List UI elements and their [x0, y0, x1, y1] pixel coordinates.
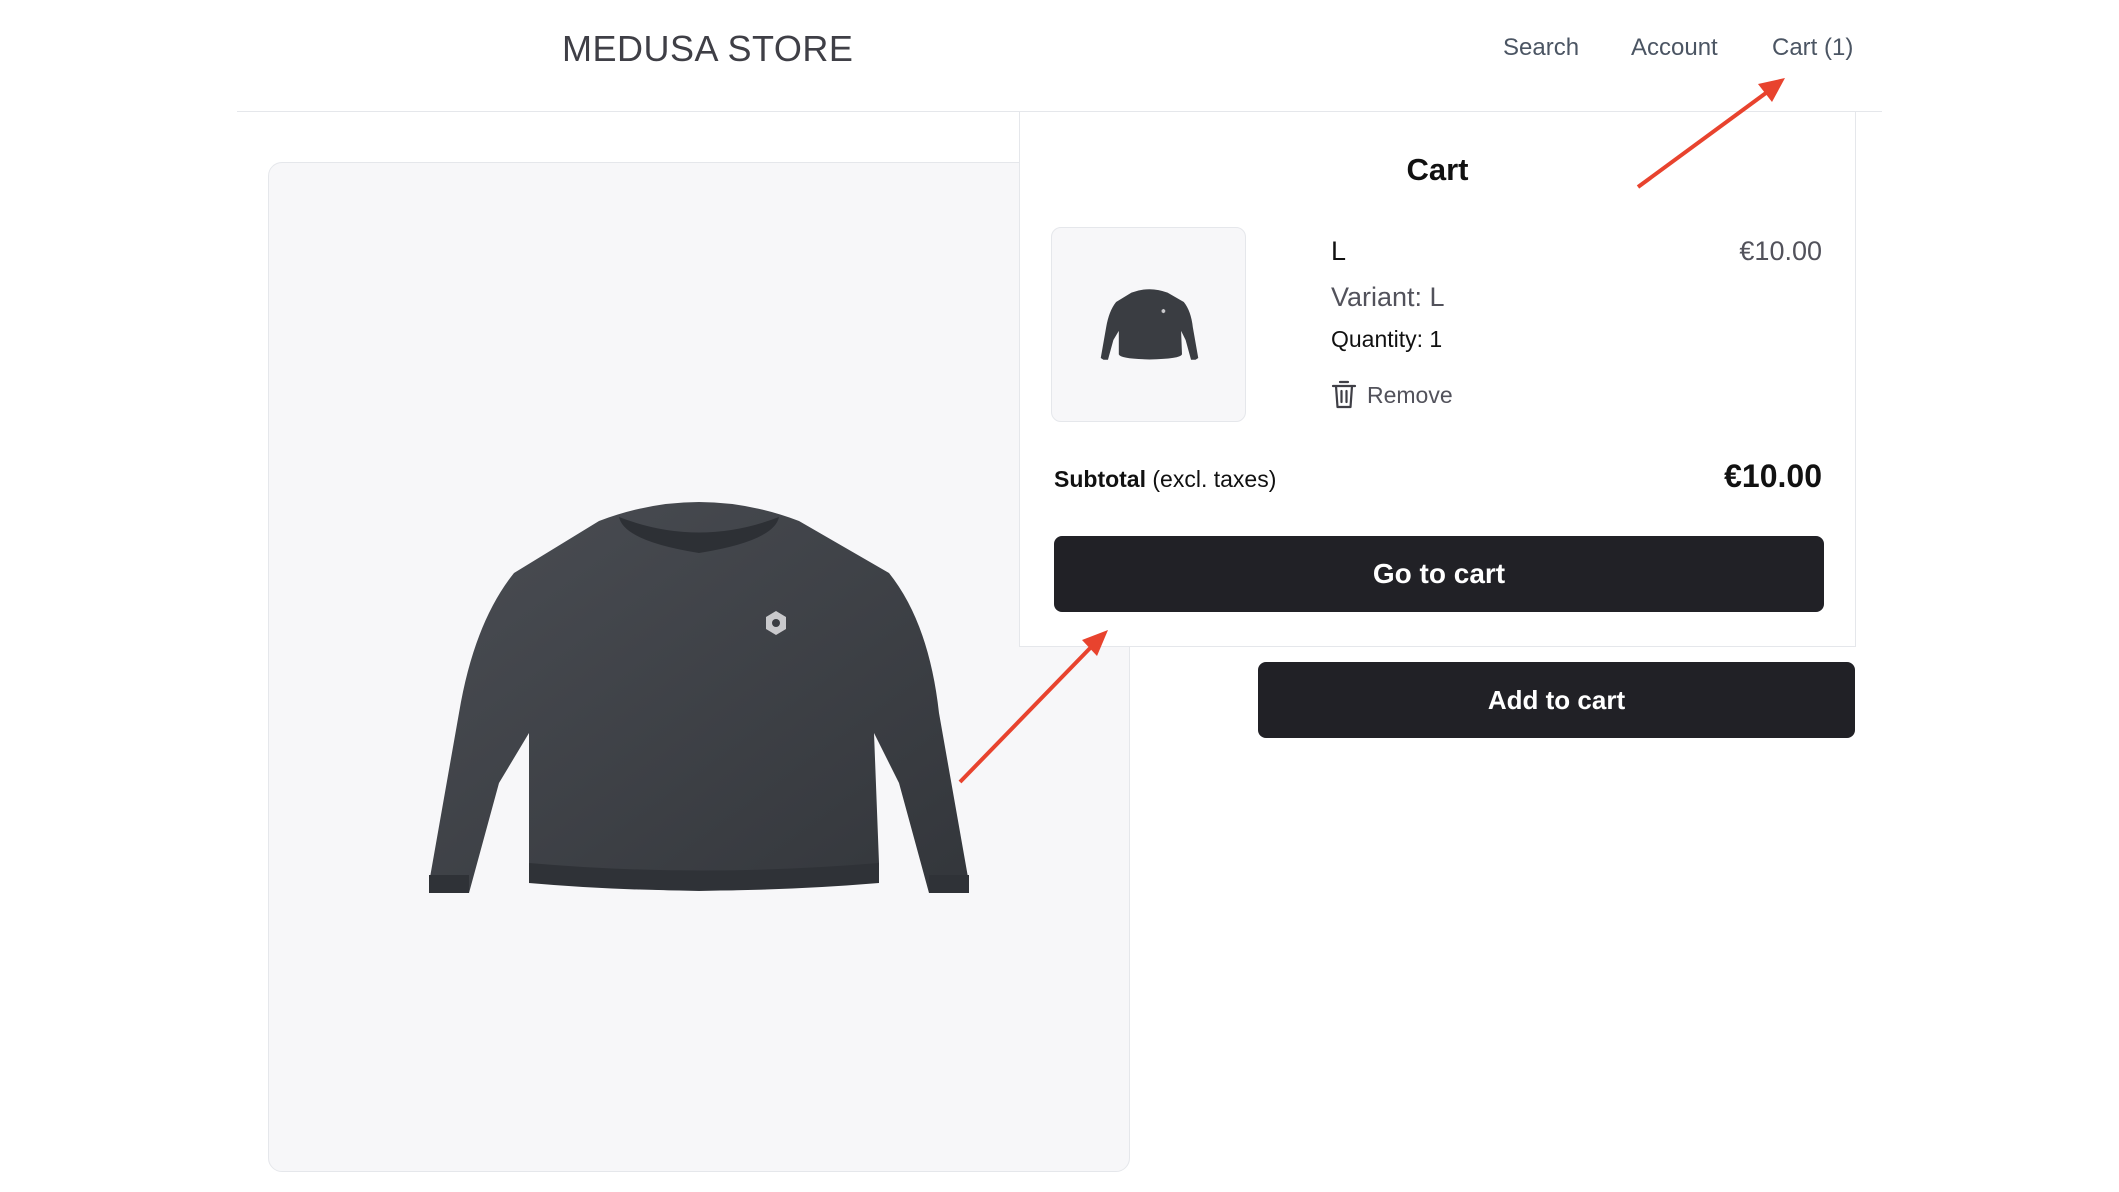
- store-logo[interactable]: MEDUSA STORE: [562, 28, 853, 70]
- sweatshirt-image: [429, 502, 969, 893]
- cart-item-price: €10.00: [1739, 236, 1822, 266]
- cart-item-thumbnail[interactable]: [1051, 227, 1246, 422]
- nav-search-link[interactable]: Search: [1503, 34, 1579, 62]
- subtotal-value: €10.00: [1724, 458, 1822, 494]
- cart-dropdown-title: Cart: [1406, 152, 1469, 187]
- product-image-panel: [268, 162, 1130, 1172]
- nav-cart-link[interactable]: Cart (1): [1772, 34, 1853, 62]
- product-image: [429, 483, 969, 923]
- cart-item-variant: Variant: L: [1331, 282, 1445, 312]
- trash-icon: [1331, 380, 1357, 409]
- remove-label: Remove: [1367, 381, 1453, 408]
- sweatshirt-thumbnail-image: [1100, 289, 1199, 360]
- page: MEDUSA STORE Search Account Cart (1) Add…: [0, 0, 2119, 1192]
- subtotal-note: (excl. taxes): [1146, 466, 1277, 492]
- nav-account-link[interactable]: Account: [1631, 34, 1718, 62]
- add-to-cart-button[interactable]: Add to cart: [1258, 662, 1855, 738]
- remove-item-button[interactable]: Remove: [1331, 380, 1453, 410]
- subtotal-title: Subtotal: [1054, 466, 1146, 492]
- subtotal-label: Subtotal (excl. taxes): [1054, 466, 1276, 493]
- cart-item-name[interactable]: L: [1331, 236, 1346, 267]
- cart-item-quantity: Quantity: 1: [1331, 326, 1443, 352]
- site-header: MEDUSA STORE Search Account Cart (1): [237, 0, 1882, 112]
- cart-dropdown: Cart L €10.00 Variant: L Quantity: 1 Rem…: [1019, 112, 1856, 647]
- go-to-cart-button[interactable]: Go to cart: [1054, 536, 1824, 612]
